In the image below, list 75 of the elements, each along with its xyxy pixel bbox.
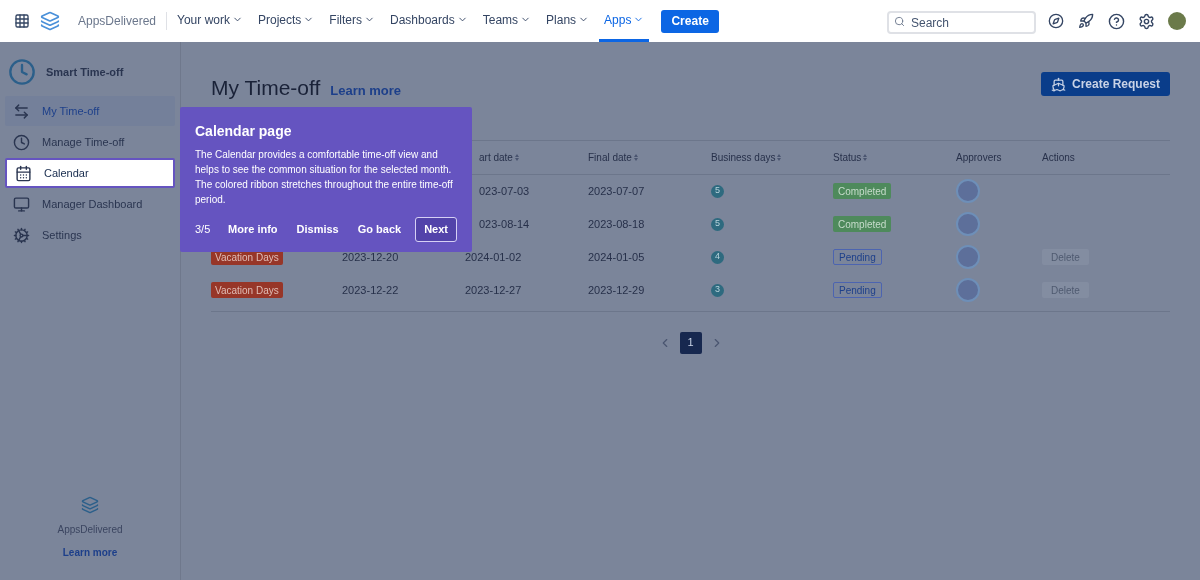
table-cell-text: 2023-12-20 — [342, 249, 400, 265]
app-logo-icon — [8, 58, 36, 86]
nav-menu[interactable]: Plans — [541, 0, 595, 42]
sort-icon — [863, 153, 868, 161]
column-header: Actions — [1042, 150, 1076, 165]
table-cell-text: 023-08-14 — [478, 216, 531, 232]
status-tag: Completed — [833, 216, 892, 232]
day-count: 3 — [711, 283, 724, 297]
create-button[interactable]: Create — [661, 9, 719, 33]
sort-icon — [777, 153, 782, 161]
day-count: 4 — [711, 250, 724, 264]
sidebar-item[interactable]: Manage Time-off — [5, 127, 175, 157]
menu-item-icon — [13, 226, 30, 244]
table-cell-text: 2023-12-27 — [465, 282, 523, 298]
menu-item-icon — [13, 133, 30, 151]
menu-item-icon — [13, 102, 30, 120]
nav-menu[interactable]: Projects — [252, 0, 320, 42]
column-header[interactable]: Final date — [588, 149, 711, 165]
brand-name[interactable]: AppsDelivered — [78, 12, 168, 30]
approver-avatar — [956, 245, 980, 269]
page-title: My Time-off — [211, 75, 321, 101]
table-cell-text: 2023-12-22 — [342, 282, 400, 298]
nav-menu[interactable]: Your work — [172, 0, 248, 42]
tour-description: The Calendar provides a comfortable time-off view and helps to see the common situation for the selected month. The colored ribbon stretches throughout the entire time-off period. — [195, 148, 454, 207]
column-header[interactable]: art date — [465, 149, 588, 165]
next-button[interactable]: Next — [415, 217, 457, 242]
help-icon[interactable] — [1108, 12, 1125, 30]
status-tag: Pending — [833, 249, 882, 265]
status-tag: Completed — [833, 183, 892, 199]
table-cell-text: 2023-08-18 — [588, 216, 646, 232]
nav-menu[interactable]: Filters — [324, 0, 380, 42]
tour-title: Calendar page — [195, 122, 293, 141]
day-count: 5 — [711, 184, 724, 198]
table-cell-text: 2023-07-07 — [588, 183, 646, 199]
page-number[interactable]: 1 — [679, 331, 702, 354]
table-cell-text: 023-07-03 — [478, 183, 531, 199]
tour-button[interactable]: More info — [223, 221, 283, 238]
column-header: Approvers — [956, 150, 1003, 165]
sort-icon — [514, 153, 519, 161]
day-count: 5 — [711, 217, 724, 231]
approver-avatar — [956, 212, 980, 236]
table-cell-text: 2023-12-29 — [588, 282, 646, 298]
settings-icon[interactable] — [1138, 12, 1155, 30]
create-request-button[interactable]: Create Request — [1040, 72, 1170, 96]
sidebar-item[interactable]: Manager Dashboard — [5, 189, 175, 219]
tour-button[interactable]: Dismiss — [291, 221, 344, 238]
step-counter: 3/5 — [195, 222, 212, 238]
logo-icon[interactable] — [40, 11, 60, 31]
nav-menu[interactable]: Teams — [477, 0, 537, 42]
compass-icon[interactable] — [1048, 13, 1064, 29]
user-avatar[interactable] — [1168, 12, 1186, 30]
sidebar-item[interactable]: Calendar — [5, 158, 175, 188]
approver-avatar — [956, 179, 980, 203]
sidebar-item[interactable]: Settings — [5, 220, 175, 250]
column-header[interactable]: Business days — [711, 149, 833, 165]
logo-icon — [81, 496, 99, 514]
search-icon — [894, 15, 905, 27]
footer-brand: AppsDelivered — [57, 523, 123, 537]
table-cell-text: 2024-01-05 — [588, 249, 646, 265]
column-header[interactable]: Status — [833, 149, 956, 165]
nav-menu[interactable]: Apps — [599, 0, 650, 42]
app-grid-icon[interactable] — [14, 13, 30, 29]
search-field[interactable]: Search — [887, 11, 1036, 34]
menu-item-icon — [13, 195, 30, 213]
nav-menu[interactable]: Dashboards — [385, 0, 473, 42]
status-tag: Pending — [833, 282, 882, 298]
sort-icon — [633, 153, 638, 161]
app-title: Smart Time-off — [46, 64, 124, 80]
table-cell-text: 2024-01-02 — [465, 249, 523, 265]
tour-button[interactable]: Go back — [352, 221, 407, 238]
type-tag: Vacation Days — [211, 282, 283, 298]
ship-icon — [1050, 76, 1066, 92]
approver-avatar — [956, 278, 980, 302]
rocket-icon[interactable] — [1078, 13, 1094, 29]
menu-item-icon — [15, 164, 32, 182]
